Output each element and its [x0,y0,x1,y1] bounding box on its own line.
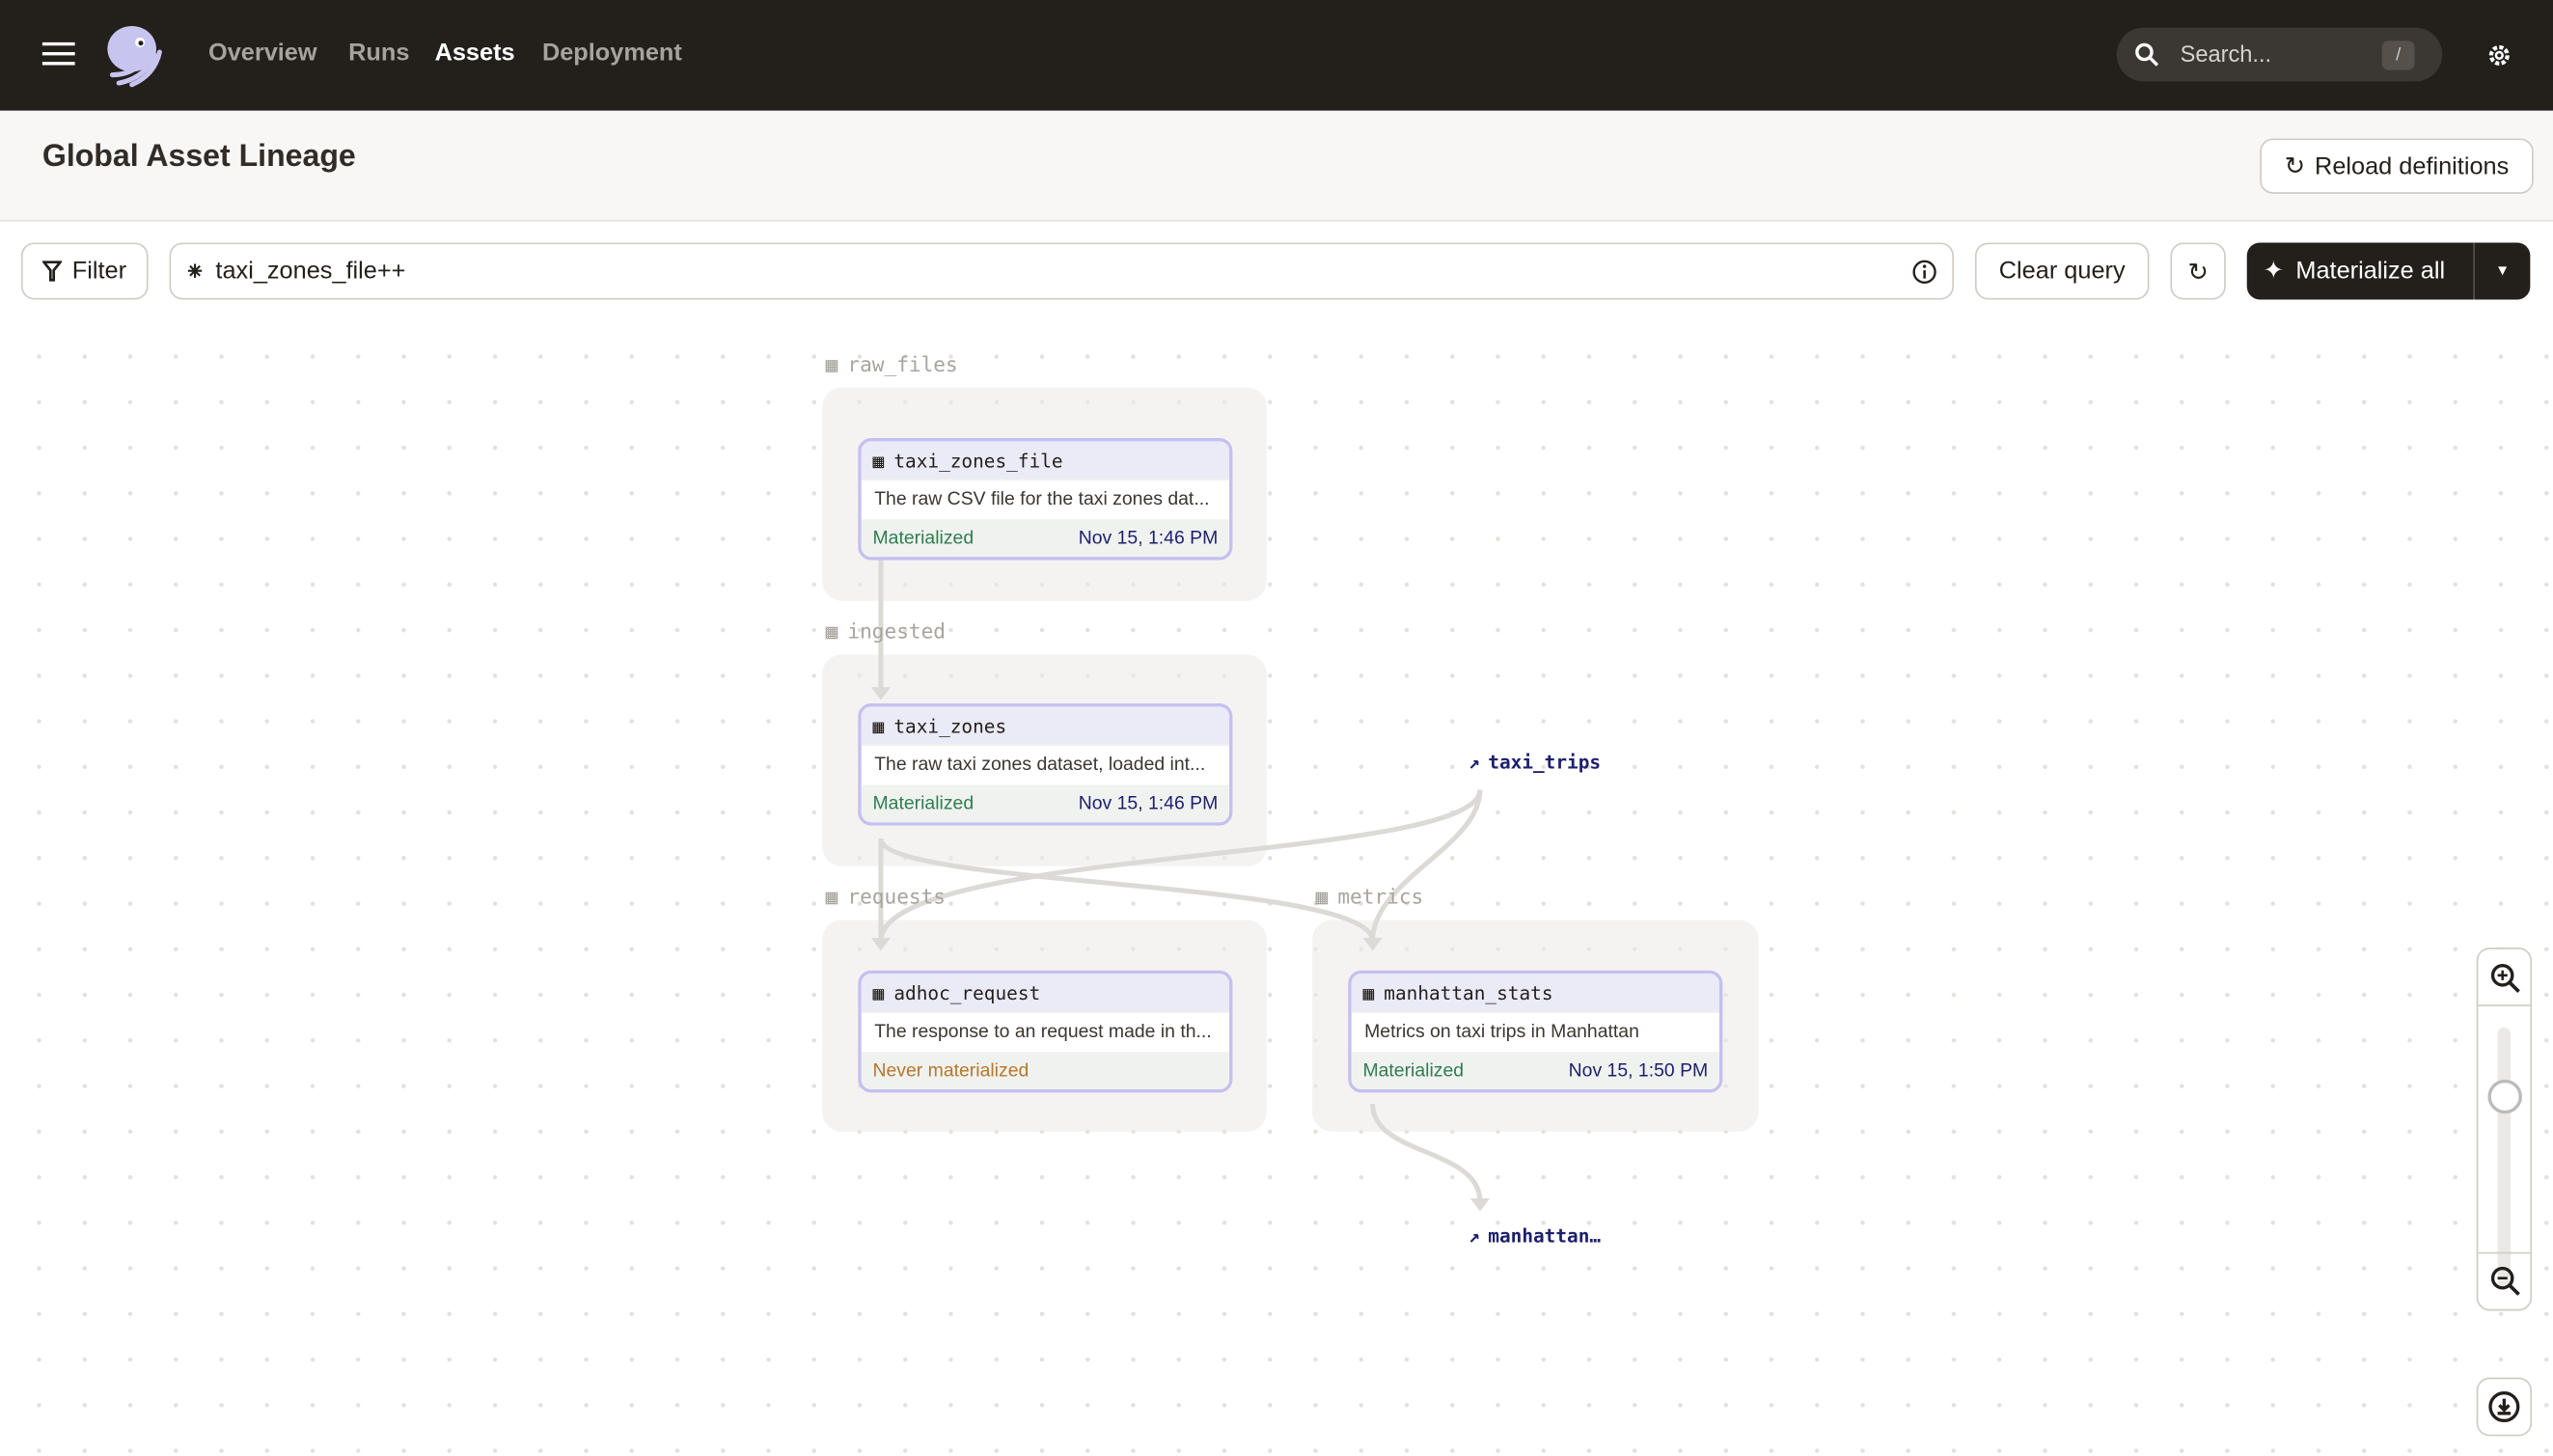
asset-description: The raw taxi zones dataset, loaded int..… [861,744,1230,784]
table-icon: ▦ [872,713,885,737]
edge-taxi-zones-to-manhattan-stats [878,838,1376,942]
asset-node-manhattan-stats[interactable]: ▦ manhattan_stats Metrics on taxi trips i… [1348,970,1723,1093]
asset-status: Materialized [1362,1060,1465,1081]
group-label-ingested[interactable]: ▦ ingested [826,618,946,643]
asset-timestamp[interactable]: Nov 15, 1:50 PM [1569,1060,1709,1080]
asset-status: Materialized [872,793,975,813]
group-icon: ▦ [1315,884,1329,909]
group-icon: ▦ [825,884,838,909]
zoom-controls [2476,948,2533,1311]
group-label-raw-files[interactable]: ▦ raw_files [826,352,958,376]
zoom-slider-thumb[interactable] [2487,1079,2522,1114]
group-label-requests[interactable]: ▦ requests [826,884,946,908]
asset-status: Materialized [872,528,975,548]
asset-description: Metrics on taxi trips in Manhattan [1351,1010,1719,1052]
group-icon: ▦ [825,351,838,376]
download-graph-button[interactable] [2476,1377,2533,1437]
asset-description: The response to an request made in th... [861,1010,1230,1052]
table-icon: ▦ [872,448,885,472]
asset-name: taxi_zones_file [893,448,1063,472]
edge-taxi-trips-to-manhattan-stats [1370,789,1483,942]
edge-manhattan-stats-to-manhattan [1370,1103,1483,1202]
asset-name: manhattan_stats [1384,980,1553,1004]
asset-node-taxi-zones-file[interactable]: ▦ taxi_zones_file The raw CSV file for th… [858,437,1233,561]
zoom-out-icon[interactable] [2489,1265,2522,1298]
table-icon: ▦ [872,980,885,1004]
group-name: raw_files [847,351,958,376]
asset-timestamp[interactable]: Nov 15, 1:46 PM [1079,529,1219,548]
zoom-in-icon[interactable] [2489,962,2522,995]
zoom-slider-track[interactable] [2497,1027,2512,1288]
external-link-icon: ↗ [1469,750,1480,774]
group-icon: ▦ [825,618,838,644]
download-icon [2488,1390,2520,1423]
asset-description: The raw CSV file for the taxi zones dat.… [861,479,1230,519]
asset-name: adhoc_request [893,980,1041,1004]
table-icon: ▦ [1362,980,1375,1004]
asset-name: taxi_zones [893,713,1007,737]
group-name: requests [847,884,947,909]
group-name: ingested [847,618,947,644]
external-asset-manhattan[interactable]: ↗ manhattan… [1469,1224,1601,1248]
external-asset-name: manhattan… [1488,1224,1602,1248]
external-link-icon: ↗ [1469,1224,1480,1248]
external-asset-taxi-trips[interactable]: ↗ taxi_trips [1469,751,1601,774]
asset-timestamp[interactable]: Nov 15, 1:46 PM [1079,794,1219,813]
group-name: metrics [1337,884,1424,909]
asset-node-taxi-zones[interactable]: ▦ taxi_zones The raw taxi zones dataset, … [858,703,1233,826]
asset-status: Never materialized [872,1060,1029,1081]
group-label-metrics[interactable]: ▦ metrics [1316,884,1424,908]
lineage-edges [870,558,1491,1212]
asset-node-adhoc-request[interactable]: ▦ adhoc_request The response to an reques… [858,970,1233,1093]
external-asset-name: taxi_trips [1488,750,1602,774]
